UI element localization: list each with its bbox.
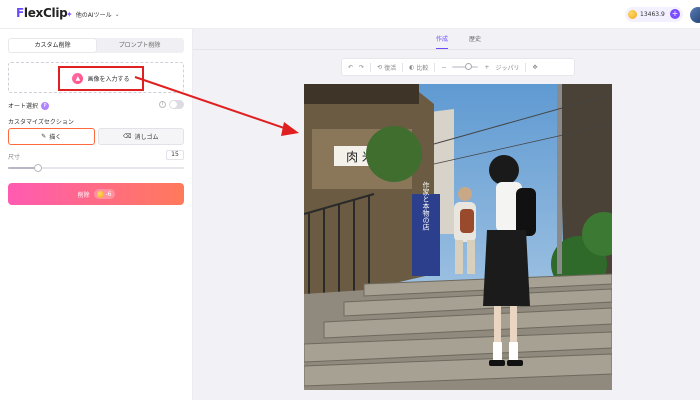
- logo-text-rest: lexClip: [23, 6, 68, 20]
- banner-text: 作家と本物の店: [422, 181, 430, 232]
- cost-value: -6: [105, 190, 112, 198]
- brush-icon: ✎: [41, 133, 47, 140]
- move-icon[interactable]: ✥: [532, 64, 537, 71]
- toolbar-divider: [402, 62, 404, 72]
- top-bar: FlexClip ✦ 他のAIツール ⌄ 13463.9 +: [0, 0, 700, 29]
- remove-button[interactable]: 削除 -6: [8, 183, 184, 205]
- cost-badge: -6: [93, 189, 115, 199]
- compare-icon: ◐: [409, 63, 415, 71]
- eraser-label: 消しゴム: [134, 134, 159, 141]
- coin-icon: [628, 10, 637, 19]
- canvas-toolbar: ↶ ↷ ⟲ 復活 ◐ 比較 − + ジッパリ ✥: [341, 58, 575, 76]
- brush-size-handle[interactable]: [33, 164, 42, 172]
- sparkle-icon: ✦: [66, 10, 73, 19]
- custom-selection-label: カスタマイズセクション: [8, 119, 74, 126]
- pan-label: ジッパリ: [495, 64, 520, 72]
- reset-label: 復活: [384, 64, 397, 72]
- coin-icon: [96, 190, 104, 198]
- toolbar-divider: [525, 62, 527, 72]
- upload-dropzone[interactable]: ▲ 画像を入力する: [8, 62, 184, 93]
- toolbar-divider: [434, 62, 436, 72]
- upload-image-button[interactable]: ▲ 画像を入力する: [58, 66, 144, 91]
- auto-select-row: オート選択 P: [8, 101, 50, 110]
- mode-tabs: カスタム削除 プロンプト削除: [8, 38, 184, 53]
- ai-tools-label: 他のAIツール: [75, 12, 112, 19]
- draw-label: 描く: [49, 134, 62, 141]
- brush-size-input[interactable]: 15: [166, 150, 184, 160]
- tab-create[interactable]: 作成: [436, 34, 449, 49]
- pro-badge-icon: P: [41, 101, 50, 110]
- add-credits-button[interactable]: +: [670, 9, 680, 19]
- credits-value: 13463.9: [640, 11, 665, 18]
- brush-mode-tabs: ✎ 描く ⌫ 消しゴム: [8, 128, 184, 145]
- compare-label: 比較: [416, 64, 429, 72]
- reset-button[interactable]: ⟲ 復活: [377, 63, 396, 72]
- upload-label: 画像を入力する: [87, 76, 130, 83]
- draw-brush-button[interactable]: ✎ 描く: [8, 128, 95, 145]
- uploaded-photo[interactable]: 肉 米 作家と本物の店: [304, 84, 612, 390]
- remove-label: 削除: [77, 191, 90, 199]
- zoom-out-icon[interactable]: −: [441, 64, 446, 71]
- avatar[interactable]: [690, 7, 700, 23]
- zoom-slider[interactable]: [452, 63, 479, 70]
- view-tabs: 作成 歴史: [436, 34, 481, 49]
- brush-size-label: 尺寸: [8, 154, 21, 161]
- tool-panel: カスタム削除 プロンプト削除 ▲ 画像を入力する オート選択 P i カスタマイ…: [0, 29, 193, 400]
- eraser-icon: ⌫: [123, 133, 132, 140]
- flexclip-logo[interactable]: FlexClip: [16, 6, 68, 20]
- compare-button[interactable]: ◐ 比較: [409, 63, 428, 72]
- tab-prompt-remove[interactable]: プロンプト削除: [96, 39, 183, 52]
- tab-history[interactable]: 歴史: [469, 34, 481, 49]
- redo-icon[interactable]: ↷: [359, 64, 364, 71]
- chevron-down-icon: ⌄: [114, 11, 120, 18]
- ai-tools-menu[interactable]: ✦ 他のAIツール ⌄: [66, 8, 120, 21]
- zoom-handle[interactable]: [465, 63, 473, 70]
- toolbar-divider: [370, 62, 372, 72]
- auto-select-toggle[interactable]: [169, 100, 184, 109]
- image-upload-icon: ▲: [72, 73, 84, 84]
- auto-select-label: オート選択: [8, 103, 39, 110]
- divider: [193, 49, 700, 50]
- photo-illustration: 肉 米 作家と本物の店: [304, 84, 612, 390]
- tab-custom-remove[interactable]: カスタム削除: [9, 39, 96, 52]
- undo-icon[interactable]: ↶: [348, 64, 353, 71]
- eraser-button[interactable]: ⌫ 消しゴム: [97, 128, 184, 145]
- reset-icon: ⟲: [377, 63, 383, 71]
- zoom-in-icon[interactable]: +: [484, 64, 489, 71]
- info-icon[interactable]: i: [159, 101, 166, 108]
